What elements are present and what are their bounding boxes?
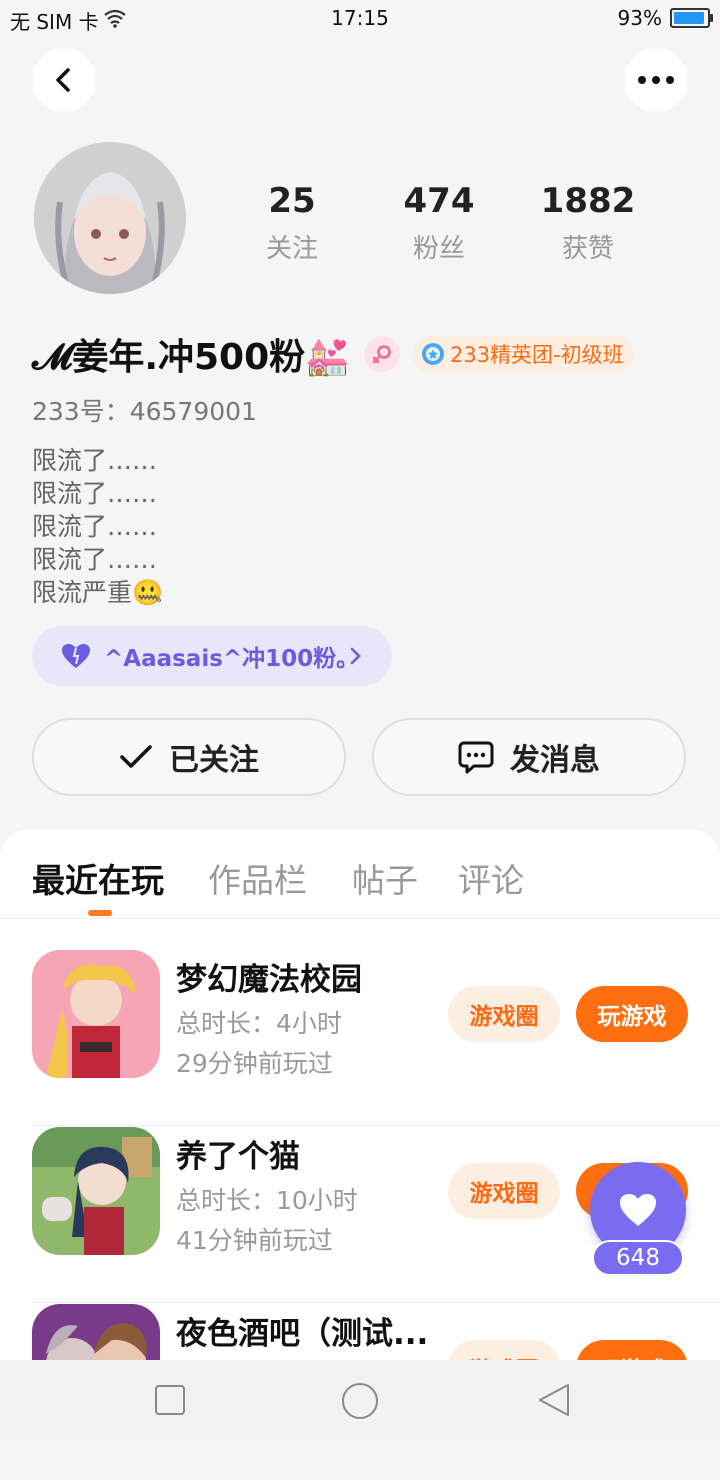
like-count: 648 (592, 1240, 684, 1276)
game-circle-button[interactable]: 游戏圈 (448, 986, 560, 1042)
fan-group-pill[interactable]: ^Aaasais^冲100粉。 (32, 626, 392, 686)
content-panel: 最近在玩 作品栏 帖子 评论 梦幻魔法校园 总时长：4小时 29分钟前玩过 游戏… (0, 830, 720, 1440)
game-last-played: 29分钟前玩过 (176, 1049, 333, 1078)
recent-apps-icon[interactable] (154, 1384, 186, 1416)
back-button[interactable] (32, 48, 96, 112)
chevron-left-icon (56, 68, 70, 92)
female-gender-icon (363, 336, 400, 372)
stat-label: 关注 (265, 234, 318, 264)
nickname: 𝓜姜年.冲500粉💒 (32, 337, 350, 378)
stat-following[interactable]: 25 关注 (232, 180, 352, 265)
bio-line: 限流了…… (32, 512, 158, 541)
fan-group-label: ^Aaasais^冲100粉。 (104, 646, 360, 672)
battery-percent: 93% (617, 6, 662, 30)
divider (32, 1125, 720, 1126)
navigation-bar (0, 1360, 720, 1440)
battery-fill (674, 12, 704, 24)
tab-indicator (88, 910, 112, 916)
chat-icon (458, 741, 494, 774)
home-icon[interactable] (341, 1382, 379, 1420)
clock: 17:15 (331, 6, 389, 30)
message-label: 发消息 (510, 743, 600, 778)
game-title: 梦幻魔法校园 (176, 962, 362, 998)
bio-line: 限流了…… (32, 545, 158, 574)
status-bar: 无 SIM 卡 17:15 93% (0, 0, 720, 40)
game-title: 夜色酒吧（测试... (176, 1316, 429, 1352)
tab-posts[interactable]: 帖子 (352, 854, 418, 902)
game-icon[interactable] (32, 1127, 160, 1255)
heart-icon (62, 644, 90, 668)
nickname-row: 𝓜姜年.冲500粉💒 233精英团-初级班 (32, 330, 634, 378)
game-row[interactable]: 梦幻魔法校园 总时长：4小时 29分钟前玩过 游戏圈 玩游戏 (32, 950, 720, 1126)
bio-line: 限流了…… (32, 479, 158, 508)
more-dots-icon (638, 76, 674, 84)
bio-line: 限流严重🤐 (32, 578, 164, 607)
divider (32, 1302, 720, 1303)
tab-bar: 最近在玩 作品栏 帖子 评论 (0, 830, 720, 919)
game-icon[interactable] (32, 950, 160, 1078)
stat-label: 获赞 (561, 234, 614, 264)
chevron-right-icon (350, 647, 361, 665)
status-right: 93% (617, 6, 713, 30)
stat-label: 粉丝 (412, 234, 465, 264)
stat-value: 25 (268, 181, 316, 221)
back-nav-icon[interactable] (536, 1382, 572, 1418)
avatar[interactable] (34, 142, 186, 294)
stat-value: 1882 (540, 181, 636, 221)
game-title: 养了个猫 (176, 1139, 300, 1175)
play-game-button[interactable]: 玩游戏 (576, 986, 688, 1042)
game-duration: 总时长：10小时 (176, 1186, 358, 1215)
badge-label: 233精英团-初级班 (449, 343, 624, 367)
more-button[interactable] (624, 48, 688, 112)
followed-button[interactable]: 已关注 (32, 718, 346, 796)
tab-comments[interactable]: 评论 (458, 854, 524, 902)
stat-likes[interactable]: 1882 获赞 (528, 180, 648, 265)
user-id: 233号：46579001 (32, 397, 257, 426)
heart-icon (620, 1194, 656, 1226)
game-duration: 总时长：4小时 (176, 1009, 342, 1038)
tab-recently-played[interactable]: 最近在玩 (32, 854, 164, 902)
stat-value: 474 (403, 181, 475, 221)
battery-icon (670, 8, 713, 28)
check-icon (120, 745, 152, 768)
medal-icon (421, 343, 444, 365)
stat-followers[interactable]: 474 粉丝 (379, 180, 499, 265)
game-circle-button[interactable]: 游戏圈 (448, 1163, 560, 1219)
bio: 限流了…… 限流了…… 限流了…… 限流了…… 限流严重🤐 (32, 444, 163, 609)
game-last-played: 41分钟前玩过 (176, 1226, 333, 1255)
membership-badge[interactable]: 233精英团-初级班 (411, 336, 634, 372)
message-button[interactable]: 发消息 (372, 718, 686, 796)
tab-works[interactable]: 作品栏 (208, 854, 307, 902)
followed-label: 已关注 (169, 743, 259, 778)
bio-line: 限流了…… (32, 446, 158, 475)
